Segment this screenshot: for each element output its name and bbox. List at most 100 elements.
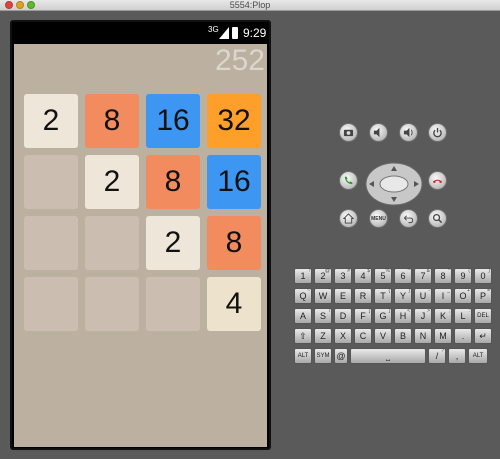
key-1-9[interactable]: P =: [474, 288, 492, 304]
key-1-1[interactable]: W ": [314, 288, 332, 304]
key-1-4[interactable]: T{: [374, 288, 392, 304]
key-3-1[interactable]: Z: [314, 328, 332, 344]
key-label: Y: [399, 291, 406, 301]
key-0-0[interactable]: 1!: [294, 268, 312, 284]
tile-empty: [24, 277, 78, 331]
key-1-7[interactable]: I _: [434, 288, 452, 304]
call-icon[interactable]: [339, 171, 358, 190]
menu-button[interactable]: MENU: [369, 209, 388, 228]
key-3-7[interactable]: M: [434, 328, 452, 344]
key-alt-label: !: [308, 268, 310, 274]
key-2-0[interactable]: A: [294, 308, 312, 324]
key-3-3[interactable]: C: [354, 328, 372, 344]
key-alt-label: ): [488, 268, 490, 274]
key-4-6[interactable]: ALT: [468, 348, 488, 364]
key-0-1[interactable]: 2 @: [314, 268, 332, 284]
key-label: DEL: [477, 313, 489, 319]
key-4-3[interactable]: ⎵: [350, 348, 426, 364]
key-3-9[interactable]: ↵: [474, 328, 492, 344]
key-0-8[interactable]: 9(: [454, 268, 472, 284]
key-4-1[interactable]: SYM: [314, 348, 332, 364]
key-0-9[interactable]: 0): [474, 268, 492, 284]
key-2-9[interactable]: DEL: [474, 308, 492, 324]
key-0-6[interactable]: 7 &: [414, 268, 432, 284]
key-2-4[interactable]: G]: [374, 308, 392, 324]
home-icon[interactable]: [339, 209, 358, 228]
key-alt-label: (: [468, 268, 470, 274]
power-icon[interactable]: [428, 123, 447, 142]
key-label: @: [336, 351, 346, 361]
battery-icon: [232, 27, 238, 39]
signal-icon: [219, 27, 229, 39]
key-alt-label: #: [347, 268, 350, 274]
key-1-8[interactable]: O +: [454, 288, 472, 304]
key-alt-label: *: [448, 268, 450, 274]
key-2-2[interactable]: D: [334, 308, 352, 324]
search-icon[interactable]: [428, 209, 447, 228]
key-alt-label: -: [428, 288, 430, 294]
key-3-2[interactable]: X: [334, 328, 352, 344]
key-label: 7: [420, 271, 426, 281]
key-label: T: [380, 291, 386, 301]
dpad-control[interactable]: [365, 162, 423, 206]
key-2-1[interactable]: S \: [314, 308, 332, 324]
status-bar: 3G 9:29: [12, 22, 269, 44]
tile-8: 8: [85, 94, 139, 148]
key-0-7[interactable]: 8 *: [434, 268, 452, 284]
key-label: D: [339, 311, 347, 321]
key-0-2[interactable]: 3 #: [334, 268, 352, 284]
emulator-body: 3G 9:29 252 2 8 16 32 2 8 16 2 8 4 MENU …: [0, 12, 500, 459]
game-grid[interactable]: 2 8 16 32 2 8 16 2 8 4: [24, 94, 264, 334]
key-0-3[interactable]: 4 $: [354, 268, 372, 284]
key-2-8[interactable]: L:: [454, 308, 472, 324]
key-2-5[interactable]: H <: [394, 308, 412, 324]
key-label: ⎵: [386, 350, 390, 361]
status-time: 9:29: [243, 26, 267, 40]
key-4-4[interactable]: /?: [428, 348, 446, 364]
phone-device: 3G 9:29 252 2 8 16 32 2 8 16 2 8 4: [10, 20, 271, 450]
volume-down-icon[interactable]: [369, 123, 388, 142]
key-4-2[interactable]: @: [334, 348, 348, 364]
key-label: ,: [455, 351, 459, 361]
game-screen[interactable]: 252 2 8 16 32 2 8 16 2 8 4: [14, 44, 267, 447]
key-2-7[interactable]: K;: [434, 308, 452, 324]
key-3-8[interactable]: .: [454, 328, 472, 344]
score: 252: [214, 44, 265, 77]
camera-icon[interactable]: [339, 123, 358, 142]
key-label: Q: [299, 291, 307, 301]
key-0-4[interactable]: 5%: [374, 268, 392, 284]
key-2-3[interactable]: F[: [354, 308, 372, 324]
end-call-icon[interactable]: [428, 171, 447, 190]
back-icon[interactable]: [399, 209, 418, 228]
key-label: ALT: [297, 353, 309, 359]
key-alt-label: +: [467, 288, 470, 294]
tile-empty: [24, 155, 78, 209]
key-1-2[interactable]: E ': [334, 288, 352, 304]
key-3-6[interactable]: N: [414, 328, 432, 344]
window-title: 5554:Plop: [229, 0, 271, 10]
tile-4: 4: [207, 277, 261, 331]
key-alt-label: {: [388, 288, 390, 294]
tile-empty: [146, 277, 200, 331]
key-alt-label: }: [408, 288, 410, 294]
key-3-0[interactable]: ⇧: [294, 328, 312, 344]
key-2-6[interactable]: J >: [414, 308, 432, 324]
volume-up-icon[interactable]: [399, 123, 418, 142]
key-label: N: [419, 331, 427, 341]
key-3-5[interactable]: B: [394, 328, 412, 344]
key-4-0[interactable]: ALT: [294, 348, 312, 364]
key-1-6[interactable]: U-: [414, 288, 432, 304]
key-alt-label: <: [407, 308, 410, 314]
key-label: .: [461, 331, 465, 341]
key-0-5[interactable]: 6 ^: [394, 268, 412, 284]
window-titlebar: 5554:Plop: [0, 0, 500, 11]
key-3-4[interactable]: V: [374, 328, 392, 344]
key-4-5[interactable]: ,: [448, 348, 466, 364]
key-1-0[interactable]: Q ~: [294, 288, 312, 304]
key-alt-label: ?: [441, 348, 444, 354]
key-1-5[interactable]: Y}: [394, 288, 412, 304]
key-label: J: [420, 311, 426, 321]
key-alt-label: =: [487, 288, 490, 294]
key-1-3[interactable]: R: [354, 288, 372, 304]
key-label: /: [435, 351, 439, 361]
